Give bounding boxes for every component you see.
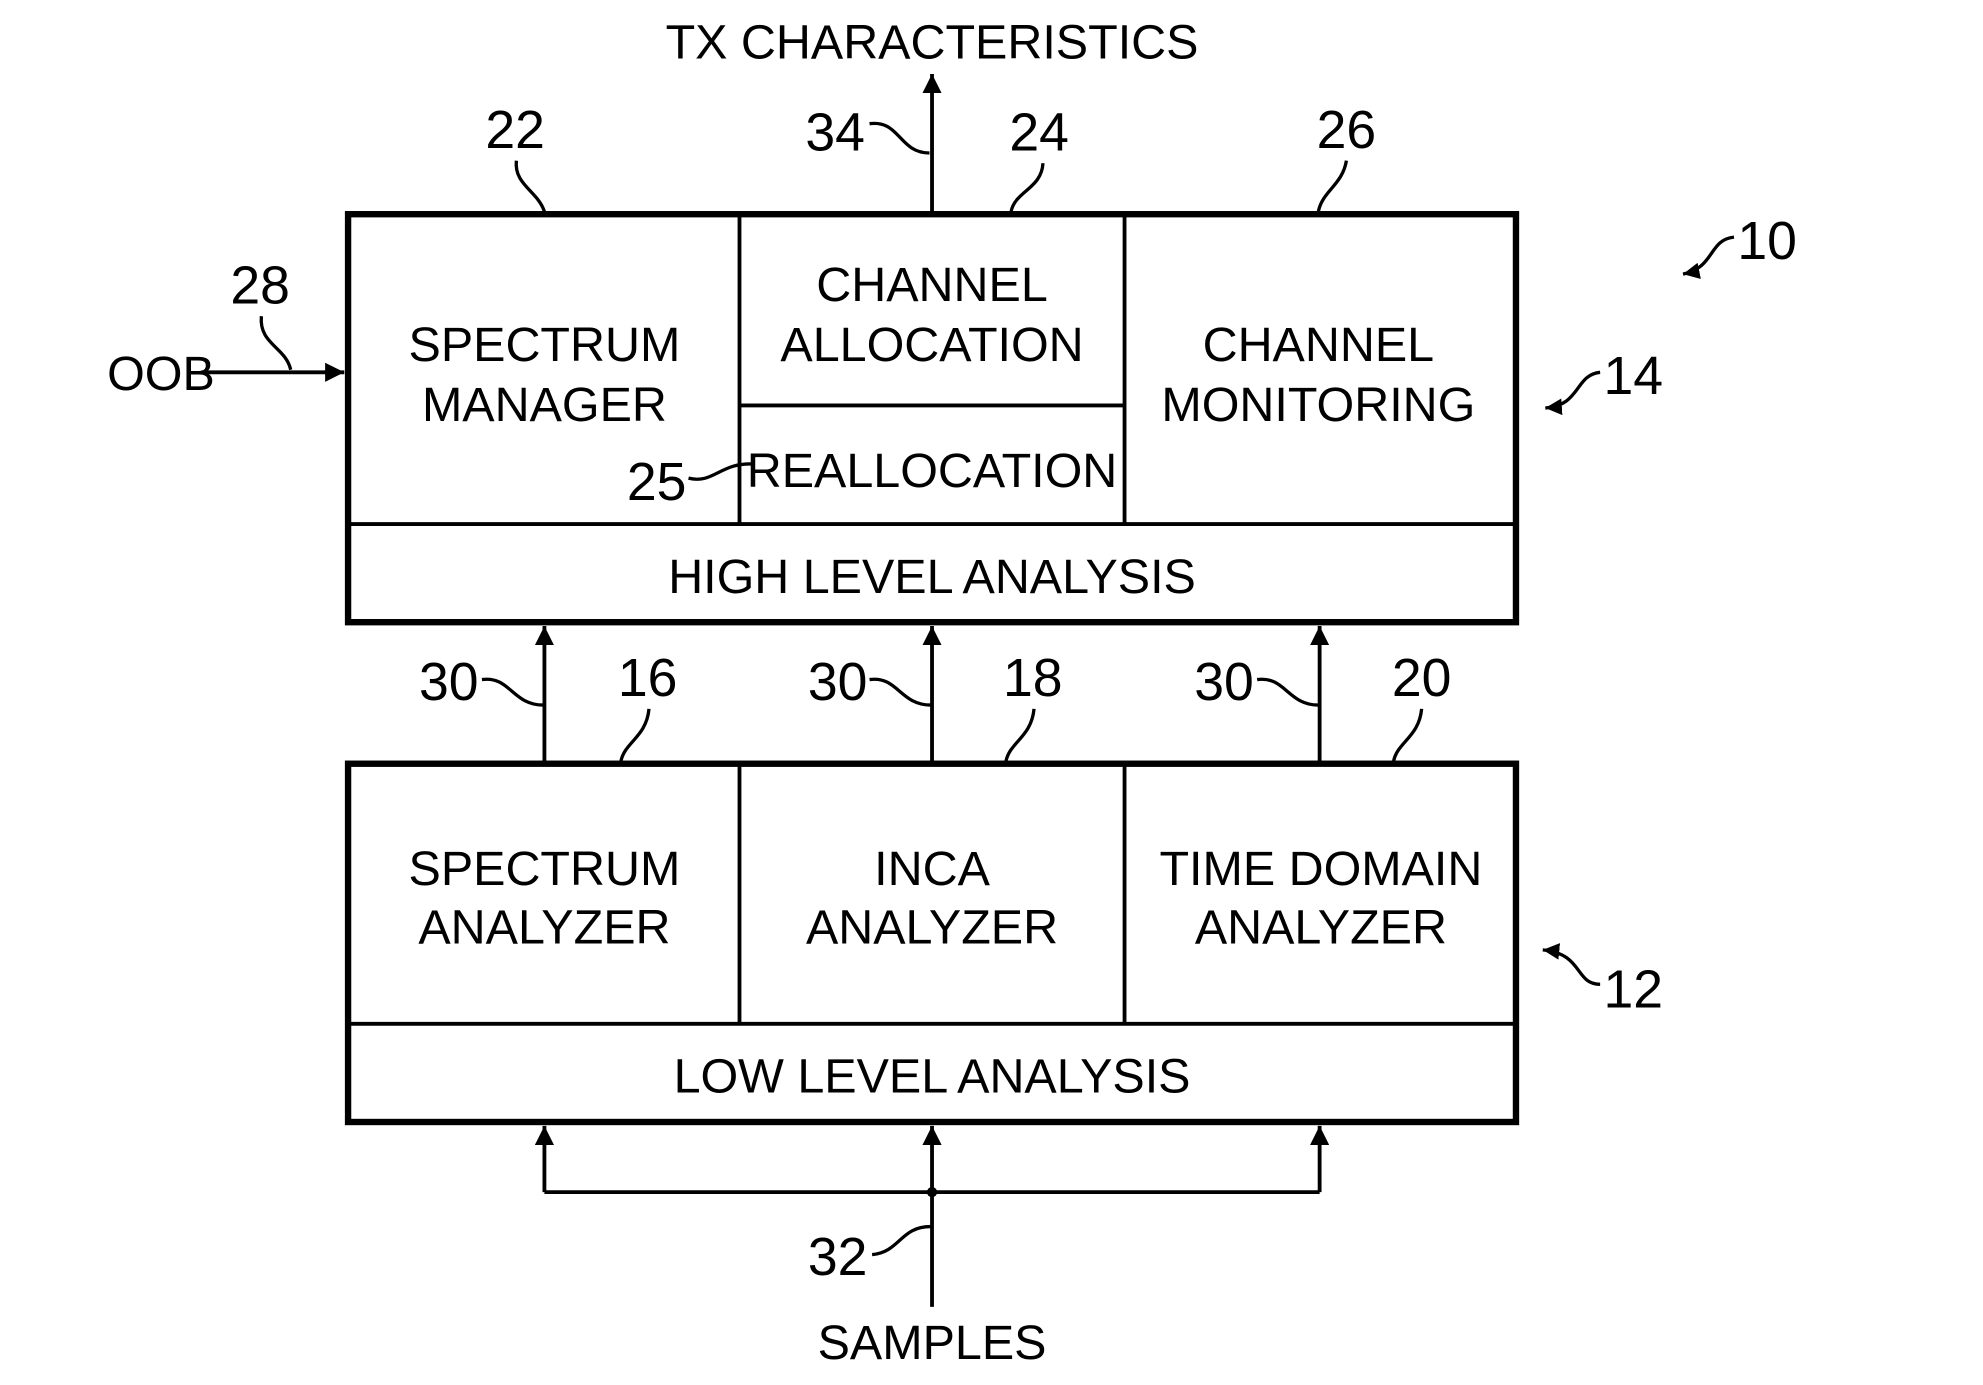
leader-30-a <box>481 677 544 707</box>
ref-26: 26 <box>1317 101 1377 160</box>
ref-14: 14 <box>1603 347 1663 406</box>
channel-monitoring-line-1: CHANNEL <box>1203 318 1434 372</box>
leader-26 <box>1316 160 1349 213</box>
tx-characteristics-label: TX CHARACTERISTICS <box>666 16 1199 70</box>
time-domain-analyzer-line-2: ANALYZER <box>1195 901 1447 955</box>
leader-34 <box>869 121 930 155</box>
channel-monitoring-line-2: MONITORING <box>1161 378 1475 432</box>
low-level-unit: SPECTRUM ANALYZER INCA ANALYZER TIME DOM… <box>344 760 1520 1126</box>
high-level-analysis-label: HIGH LEVEL ANALYSIS <box>668 550 1196 604</box>
ref-12: 12 <box>1603 960 1663 1019</box>
leader-22 <box>514 160 547 213</box>
ref-20: 20 <box>1392 649 1452 708</box>
spectrum-manager-line-1: SPECTRUM <box>409 318 681 372</box>
channel-allocation-line-1: CHANNEL <box>816 258 1047 312</box>
ref-10: 10 <box>1737 212 1797 271</box>
ref-25: 25 <box>627 453 687 512</box>
ref-34: 34 <box>805 103 865 162</box>
inca-analyzer-line-1: INCA <box>874 842 990 896</box>
ref-30-b: 30 <box>808 653 868 712</box>
ref-16: 16 <box>618 649 678 708</box>
leader-24 <box>1009 162 1045 213</box>
leader-16 <box>619 708 651 762</box>
channel-allocation-line-2: ALLOCATION <box>780 318 1083 372</box>
leader-32 <box>871 1224 931 1257</box>
ref-32: 32 <box>808 1228 868 1287</box>
block-diagram: SPECTRUM MANAGER CHANNEL ALLOCATION REAL… <box>107 16 1797 1370</box>
ref-22: 22 <box>485 101 545 160</box>
spectrum-analyzer-line-2: ANALYZER <box>418 901 670 955</box>
ref-28: 28 <box>230 256 290 315</box>
time-domain-analyzer-line-1: TIME DOMAIN <box>1159 842 1482 896</box>
leader-28 <box>259 316 293 371</box>
leader-10 <box>1682 235 1735 279</box>
leader-12 <box>1542 943 1601 986</box>
leader-25 <box>688 462 755 481</box>
low-level-analysis-label: LOW LEVEL ANALYSIS <box>674 1050 1191 1104</box>
ref-18: 18 <box>1003 649 1063 708</box>
leader-30-c <box>1256 677 1319 707</box>
ref-30-a: 30 <box>419 653 479 712</box>
spectrum-manager-line-2: MANAGER <box>422 378 667 432</box>
inca-analyzer-line-2: ANALYZER <box>806 901 1058 955</box>
reallocation-label: REALLOCATION <box>747 444 1118 498</box>
oob-label: OOB <box>107 347 215 401</box>
leader-20 <box>1391 708 1424 762</box>
leader-18 <box>1004 708 1036 762</box>
high-level-unit: SPECTRUM MANAGER CHANNEL ALLOCATION REAL… <box>344 211 1520 626</box>
samples-label: SAMPLES <box>818 1316 1047 1370</box>
leader-14 <box>1545 370 1601 416</box>
leader-30-b <box>869 677 931 707</box>
spectrum-analyzer-line-1: SPECTRUM <box>409 842 681 896</box>
ref-30-c: 30 <box>1194 653 1254 712</box>
ref-24: 24 <box>1009 103 1069 162</box>
